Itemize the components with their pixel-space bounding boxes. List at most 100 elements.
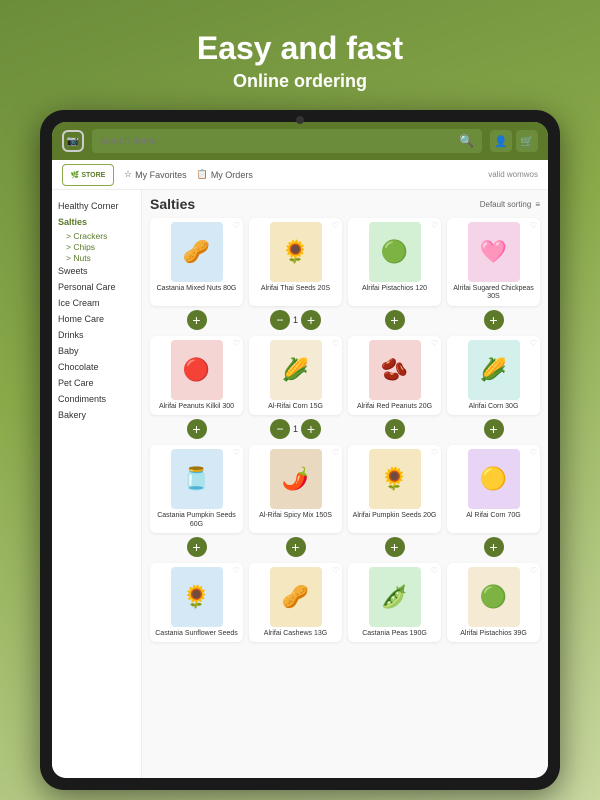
- sidebar-item-home-care[interactable]: Home Care: [58, 311, 135, 327]
- product-name: Castania Mixed Nuts 80G: [157, 285, 237, 293]
- second-bar: 🌿 STORE ☆ My Favorites 📋 My Orders valid…: [52, 160, 548, 190]
- product-image: 🌻: [369, 449, 421, 509]
- product-image: 🌽: [270, 340, 322, 400]
- wishlist-icon[interactable]: ♡: [332, 221, 339, 230]
- product-area: Salties Default sorting ≡ ♡ 🥜 Castania M…: [142, 190, 548, 778]
- instagram-icon[interactable]: 📷: [62, 130, 84, 152]
- product-name: Alrifai Pumpkin Seeds 20G: [353, 512, 437, 520]
- sidebar: Healthy Corner Salties Crackers Chips Nu…: [52, 190, 142, 778]
- tablet-frame: 📷 🔍 👤 🛒 🌿 STORE ☆ My Favorites 📋 My Orde…: [40, 110, 560, 790]
- qty-value-1: 1: [293, 315, 298, 325]
- wishlist-icon[interactable]: ♡: [530, 448, 537, 457]
- wishlist-icon[interactable]: ♡: [431, 448, 438, 457]
- product-image: 🫛: [369, 567, 421, 627]
- product-image: 🟢: [468, 567, 520, 627]
- add-btn-r2-1[interactable]: +: [150, 419, 243, 439]
- sidebar-item-drinks[interactable]: Drinks: [58, 327, 135, 343]
- product-grid-row3: ♡ 🫙 Castania Pumpkin Seeds 60G ♡ 🌶️ Al-R…: [150, 445, 540, 533]
- main-content: Healthy Corner Salties Crackers Chips Nu…: [52, 190, 548, 778]
- wishlist-icon[interactable]: ♡: [530, 221, 537, 230]
- wishlist-icon[interactable]: ♡: [233, 221, 240, 230]
- product-name: Alrifai Pistachios 120: [362, 285, 427, 293]
- wishlist-icon[interactable]: ♡: [530, 339, 537, 348]
- main-title: Easy and fast: [197, 30, 403, 67]
- sidebar-item-chips[interactable]: Chips: [58, 241, 135, 252]
- add-btn-row2: + − 1 + + +: [150, 419, 540, 439]
- product-card[interactable]: ♡ 🥜 Castania Mixed Nuts 80G: [150, 218, 243, 306]
- product-image: 🫙: [171, 449, 223, 509]
- add-btn-4[interactable]: +: [447, 310, 540, 330]
- product-card[interactable]: ♡ 🌽 Al-Rifai Corn 15G: [249, 336, 342, 415]
- product-card[interactable]: ♡ 🔴 Alrifai Peanuts Kilkil 300: [150, 336, 243, 415]
- sidebar-item-sweets[interactable]: Sweets: [58, 263, 135, 279]
- cart-button[interactable]: 🛒: [516, 130, 538, 152]
- product-image: 🌻: [171, 567, 223, 627]
- product-card[interactable]: ♡ 🌻 Alrifai Thai Seeds 20S: [249, 218, 342, 306]
- favorites-link[interactable]: ☆ My Favorites: [124, 169, 187, 180]
- sidebar-item-crackers[interactable]: Crackers: [58, 230, 135, 241]
- add-btn-r3-3[interactable]: +: [348, 537, 441, 557]
- sidebar-item-condiments[interactable]: Condiments: [58, 391, 135, 407]
- product-card[interactable]: ♡ 🫘 Alrifai Red Peanuts 20G: [348, 336, 441, 415]
- product-name: Al Rifai Corn 70G: [466, 512, 520, 520]
- product-card[interactable]: ♡ 🥜 Alrifai Cashews 13G: [249, 563, 342, 642]
- product-image: 🫘: [369, 340, 421, 400]
- minus-btn-1[interactable]: −: [270, 310, 290, 330]
- sidebar-item-ice-cream[interactable]: Ice Cream: [58, 295, 135, 311]
- add-btn-r2-4[interactable]: +: [447, 419, 540, 439]
- add-btn-r3-1[interactable]: +: [150, 537, 243, 557]
- qty-control-1: − 1 +: [249, 310, 342, 330]
- product-image: 🥜: [270, 567, 322, 627]
- product-card[interactable]: ♡ 🩷 Alrifai Sugared Chickpeas 30S: [447, 218, 540, 306]
- sidebar-item-personal-care[interactable]: Personal Care: [58, 279, 135, 295]
- plus-qty-btn-1[interactable]: +: [301, 310, 321, 330]
- product-card[interactable]: ♡ 🟢 Alrifai Pistachios 120: [348, 218, 441, 306]
- sidebar-item-salties[interactable]: Salties: [58, 214, 135, 230]
- minus-btn-2[interactable]: −: [270, 419, 290, 439]
- product-card[interactable]: ♡ 🌶️ Al-Rifai Spicy Mix 150S: [249, 445, 342, 533]
- wishlist-icon[interactable]: ♡: [332, 448, 339, 457]
- wishlist-icon[interactable]: ♡: [530, 566, 537, 575]
- product-name: Alrifai Corn 30G: [469, 403, 519, 411]
- user-button[interactable]: 👤: [490, 130, 512, 152]
- product-name: Castania Sunflower Seeds: [155, 630, 238, 638]
- product-card[interactable]: ♡ 🟡 Al Rifai Corn 70G: [447, 445, 540, 533]
- sort-area[interactable]: Default sorting ≡: [480, 200, 540, 209]
- product-image: 🌽: [468, 340, 520, 400]
- product-card[interactable]: ♡ 🌽 Alrifai Corn 30G: [447, 336, 540, 415]
- wishlist-icon[interactable]: ♡: [431, 339, 438, 348]
- add-btn-1[interactable]: +: [150, 310, 243, 330]
- sidebar-item-bakery[interactable]: Bakery: [58, 407, 135, 423]
- product-area-header: Salties Default sorting ≡: [150, 196, 540, 212]
- orders-link[interactable]: 📋 My Orders: [197, 169, 253, 180]
- main-subtitle: Online ordering: [197, 71, 403, 92]
- product-name: Castania Pumpkin Seeds 60G: [154, 512, 239, 529]
- add-btn-r2-3[interactable]: +: [348, 419, 441, 439]
- add-btn-r3-4[interactable]: +: [447, 537, 540, 557]
- product-card[interactable]: ♡ 🫙 Castania Pumpkin Seeds 60G: [150, 445, 243, 533]
- search-input[interactable]: [100, 136, 459, 147]
- wishlist-icon[interactable]: ♡: [431, 221, 438, 230]
- sidebar-item-baby[interactable]: Baby: [58, 343, 135, 359]
- wishlist-icon[interactable]: ♡: [233, 566, 240, 575]
- product-image: 🟢: [369, 222, 421, 282]
- plus-qty-btn-2[interactable]: +: [301, 419, 321, 439]
- add-btn-3[interactable]: +: [348, 310, 441, 330]
- sidebar-item-healthy[interactable]: Healthy Corner: [58, 198, 135, 214]
- tablet-camera: [296, 116, 304, 124]
- top-bar-buttons: 👤 🛒: [490, 130, 538, 152]
- sidebar-item-nuts[interactable]: Nuts: [58, 252, 135, 263]
- wishlist-icon[interactable]: ♡: [233, 448, 240, 457]
- add-btn-r3-2[interactable]: +: [249, 537, 342, 557]
- product-card[interactable]: ♡ 🌻 Castania Sunflower Seeds: [150, 563, 243, 642]
- product-card[interactable]: ♡ 🌻 Alrifai Pumpkin Seeds 20G: [348, 445, 441, 533]
- wishlist-icon[interactable]: ♡: [431, 566, 438, 575]
- search-bar[interactable]: 🔍: [92, 129, 482, 153]
- product-card[interactable]: ♡ 🫛 Castania Peas 190G: [348, 563, 441, 642]
- wishlist-icon[interactable]: ♡: [332, 339, 339, 348]
- wishlist-icon[interactable]: ♡: [233, 339, 240, 348]
- sidebar-item-pet-care[interactable]: Pet Care: [58, 375, 135, 391]
- sidebar-item-chocolate[interactable]: Chocolate: [58, 359, 135, 375]
- wishlist-icon[interactable]: ♡: [332, 566, 339, 575]
- product-card[interactable]: ♡ 🟢 Alrifai Pistachios 39G: [447, 563, 540, 642]
